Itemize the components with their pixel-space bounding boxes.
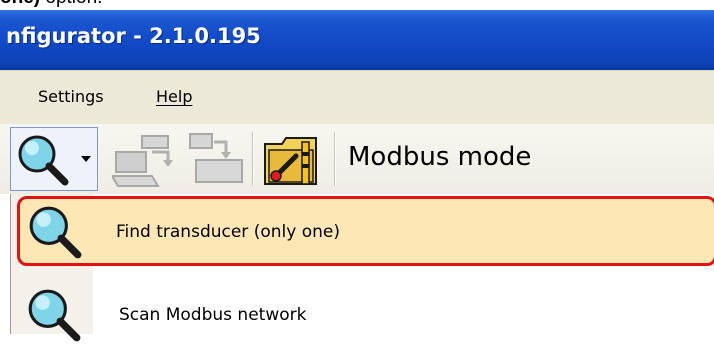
search-dropdown-button[interactable] — [10, 127, 98, 191]
caption-rest: option. — [40, 0, 102, 8]
toolbar-separator — [252, 132, 253, 186]
menu-bar: Settings Help — [0, 70, 714, 125]
toolbar: Modbus mode — [0, 124, 714, 194]
menu-settings[interactable]: Settings — [38, 87, 104, 106]
search-icon — [28, 289, 81, 342]
search-dropdown-menu: Find transducer (only one) Scan Modbus n… — [10, 194, 714, 342]
menu-item-label: Scan Modbus network — [119, 305, 307, 325]
search-icon — [18, 135, 69, 186]
menu-item-label: Find transducer (only one) — [116, 222, 340, 242]
tools-folder-icon[interactable] — [262, 132, 324, 188]
receive-computer-icon[interactable] — [176, 130, 248, 190]
caption-text: one) option. — [0, 0, 714, 9]
send-computer-icon[interactable] — [112, 132, 182, 190]
toolbar-separator — [334, 132, 335, 186]
window-title: nfigurator - 2.1.0.195 — [6, 24, 261, 48]
mode-label: Modbus mode — [348, 142, 532, 172]
title-bar[interactable]: nfigurator - 2.1.0.195 — [0, 10, 714, 70]
menu-help[interactable]: Help — [156, 87, 192, 106]
caption-bold: one) — [0, 0, 40, 8]
chevron-down-icon — [81, 156, 91, 162]
menu-item-scan-network[interactable]: Scan Modbus network — [15, 246, 714, 342]
